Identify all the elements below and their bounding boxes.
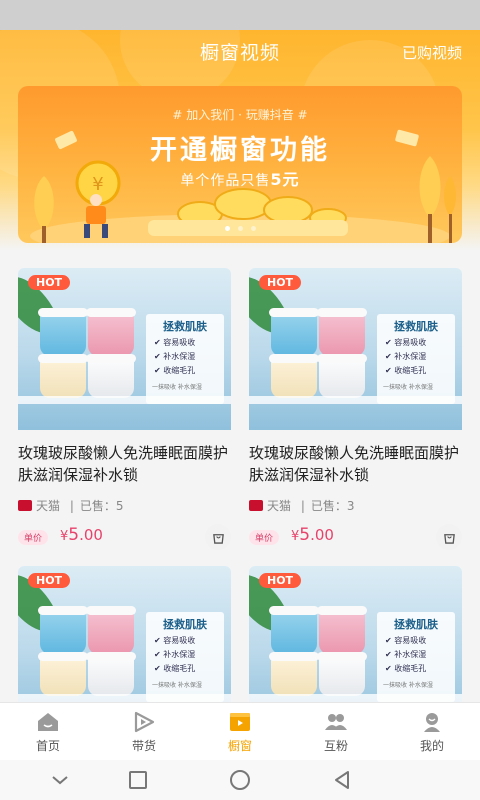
image-footer: 一抹吸收 补水保湿 xyxy=(152,384,202,391)
product-card[interactable]: 拯救肌肤 ✔ 容易吸收 ✔ 补水保湿 ✔ 收缩毛孔 一抹吸收 补水保湿 HOT … xyxy=(249,268,462,550)
circle-icon[interactable] xyxy=(228,768,252,792)
hot-badge: HOT xyxy=(28,275,71,290)
friends-icon xyxy=(325,714,347,730)
product-price: ¥5.00 xyxy=(291,525,334,545)
add-to-bag-button[interactable] xyxy=(436,524,462,550)
banner-dot[interactable] xyxy=(237,226,243,231)
tmall-icon xyxy=(249,500,263,511)
tab-showcase[interactable]: 橱窗 xyxy=(192,703,288,760)
home-icon xyxy=(38,713,58,731)
image-footer: 一抹吸收 补水保湿 xyxy=(383,384,433,391)
image-heading: 拯救肌肤 xyxy=(394,320,438,333)
image-line: ✔ 补水保湿 xyxy=(385,650,427,659)
product-image[interactable]: 拯救肌肤 ✔ 容易吸收 ✔ 补水保湿 ✔ 收缩毛孔 一抹吸收 补水保湿 HOT xyxy=(249,268,462,430)
image-line: ✔ 容易吸收 xyxy=(154,338,196,347)
price-row: 单价 ¥5.00 xyxy=(18,524,231,550)
image-footer: 一抹吸收 补水保湿 xyxy=(383,682,433,689)
image-line: ✔ 容易吸收 xyxy=(385,636,427,645)
banner-sub-amount: 5元 xyxy=(270,170,300,189)
video-shop-icon xyxy=(230,713,250,731)
price-tag: 单价 xyxy=(18,530,49,545)
banner-dot[interactable] xyxy=(224,226,230,231)
banner-main-text: 开通橱窗功能 xyxy=(150,135,330,166)
banner-pagination xyxy=(18,216,462,235)
tmall-icon xyxy=(18,500,32,511)
product-card[interactable]: 拯救肌肤 ✔ 容易吸收 ✔ 补水保湿 ✔ 收缩毛孔 一抹吸收 补水保湿 HOT xyxy=(249,566,462,702)
tab-profile[interactable]: 我的 xyxy=(384,703,480,760)
product-image[interactable]: 拯救肌肤 ✔ 容易吸收 ✔ 补水保湿 ✔ 收缩毛孔 一抹吸收 补水保湿 HOT xyxy=(18,566,231,702)
play-icon xyxy=(134,711,155,733)
image-line: ✔ 收缩毛孔 xyxy=(385,664,427,673)
banner-top-text: # 加入我们 · 玩赚抖音 # xyxy=(172,108,308,122)
hot-badge: HOT xyxy=(28,573,71,588)
promo-banner[interactable]: ¥ # 加入我们 · 玩赚抖音 # 开通橱窗功能 单个作品只售5元 xyxy=(18,86,462,243)
add-to-bag-button[interactable] xyxy=(205,524,231,550)
back-triangle-icon[interactable] xyxy=(330,768,354,792)
tab-label: 带货 xyxy=(131,739,156,753)
product-meta: 天猫 | 已售：5 xyxy=(18,497,231,514)
sales-label: 已售 xyxy=(79,499,104,513)
product-card[interactable]: 拯救肌肤 ✔ 容易吸收 ✔ 补水保湿 ✔ 收缩毛孔 一抹吸收 补水保湿 HOT … xyxy=(18,268,231,550)
product-title[interactable]: 玫瑰玻尿酸懒人免洗睡眠面膜护肤滋润保湿补水锁 xyxy=(249,442,462,486)
image-heading: 拯救肌肤 xyxy=(394,618,438,631)
tab-friends[interactable]: 互粉 xyxy=(288,703,384,760)
image-line: ✔ 补水保湿 xyxy=(154,650,196,659)
bottom-tab-bar: 首页 带货 橱窗 互粉 我的 xyxy=(0,702,480,760)
status-bar xyxy=(0,0,480,30)
tab-sell[interactable]: 带货 xyxy=(96,703,192,760)
shop-name: 天猫 xyxy=(36,499,61,513)
product-image[interactable]: 拯救肌肤 ✔ 容易吸收 ✔ 补水保湿 ✔ 收缩毛孔 一抹吸收 补水保湿 HOT xyxy=(249,566,462,702)
product-price: ¥5.00 xyxy=(60,525,103,545)
banner-sub-text: 单个作品只售5元 xyxy=(18,166,462,190)
shopping-bag-icon xyxy=(212,533,224,544)
banner-dot[interactable] xyxy=(250,226,256,231)
shopping-bag-icon xyxy=(443,533,455,544)
product-title[interactable]: 玫瑰玻尿酸懒人免洗睡眠面膜护肤滋润保湿补水锁 xyxy=(18,442,231,486)
tab-label: 橱窗 xyxy=(227,739,252,753)
image-line: ✔ 收缩毛孔 xyxy=(385,366,427,375)
chevron-down-icon[interactable] xyxy=(48,768,72,792)
shop-name: 天猫 xyxy=(267,499,292,513)
image-line: ✔ 收缩毛孔 xyxy=(154,366,196,375)
image-heading: 拯救肌肤 xyxy=(163,320,207,333)
sales-count: 5 xyxy=(115,499,124,513)
image-line: ✔ 收缩毛孔 xyxy=(154,664,196,673)
image-footer: 一抹吸收 补水保湿 xyxy=(152,682,202,689)
image-line: ✔ 补水保湿 xyxy=(385,352,427,361)
product-grid: 拯救肌肤 ✔ 容易吸收 ✔ 补水保湿 ✔ 收缩毛孔 一抹吸收 补水保湿 HOT … xyxy=(0,268,480,702)
tab-label: 互粉 xyxy=(323,739,348,753)
product-image[interactable]: 拯救肌肤 ✔ 容易吸收 ✔ 补水保湿 ✔ 收缩毛孔 一抹吸收 补水保湿 HOT xyxy=(18,268,231,430)
hot-badge: HOT xyxy=(259,573,302,588)
tab-label: 首页 xyxy=(35,739,60,753)
bought-videos-link[interactable]: 已购视频 xyxy=(402,42,462,63)
profile-icon xyxy=(424,713,440,732)
price-tag: 单价 xyxy=(249,530,280,545)
product-meta: 天猫 | 已售：3 xyxy=(249,497,462,514)
image-line: ✔ 容易吸收 xyxy=(154,636,196,645)
image-line: ✔ 容易吸收 xyxy=(385,338,427,347)
image-line: ✔ 补水保湿 xyxy=(154,352,196,361)
hot-badge: HOT xyxy=(259,275,302,290)
square-icon[interactable] xyxy=(126,768,150,792)
tab-home[interactable]: 首页 xyxy=(0,703,96,760)
tab-label: 我的 xyxy=(419,739,444,753)
sales-count: 3 xyxy=(346,499,355,513)
sales-label: 已售 xyxy=(310,499,335,513)
system-nav-bar xyxy=(0,760,480,800)
product-card[interactable]: 拯救肌肤 ✔ 容易吸收 ✔ 补水保湿 ✔ 收缩毛孔 一抹吸收 补水保湿 HOT xyxy=(18,566,231,702)
banner-sub-prefix: 单个作品只售 xyxy=(180,173,271,189)
price-row: 单价 ¥5.00 xyxy=(249,524,462,550)
image-heading: 拯救肌肤 xyxy=(163,618,207,631)
